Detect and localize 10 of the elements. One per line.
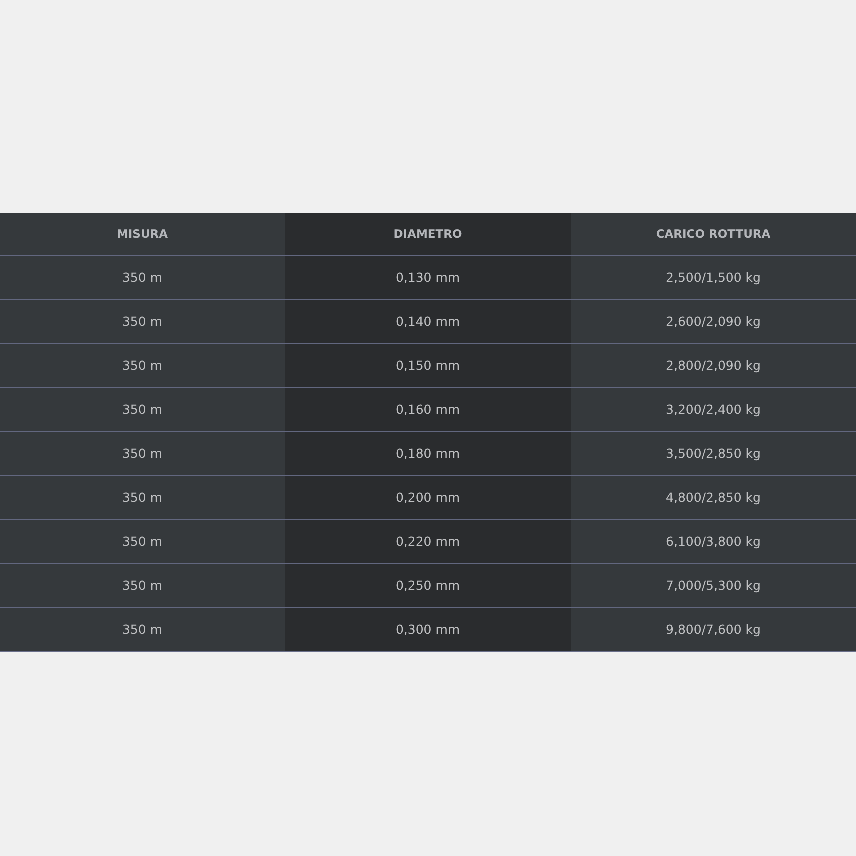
table-cell: 0,140 mm (285, 300, 571, 343)
table-cell: 0,300 mm (285, 608, 571, 651)
table-cell: 0,150 mm (285, 344, 571, 387)
table-cell: 0,200 mm (285, 476, 571, 519)
table-cell: 0,130 mm (285, 256, 571, 299)
table-cell: 0,250 mm (285, 564, 571, 607)
table-cell: 0,160 mm (285, 388, 571, 431)
table-cell: 0,180 mm (285, 432, 571, 475)
column-header: DIAMETRO (285, 213, 571, 255)
table-cell: 0,220 mm (285, 520, 571, 563)
